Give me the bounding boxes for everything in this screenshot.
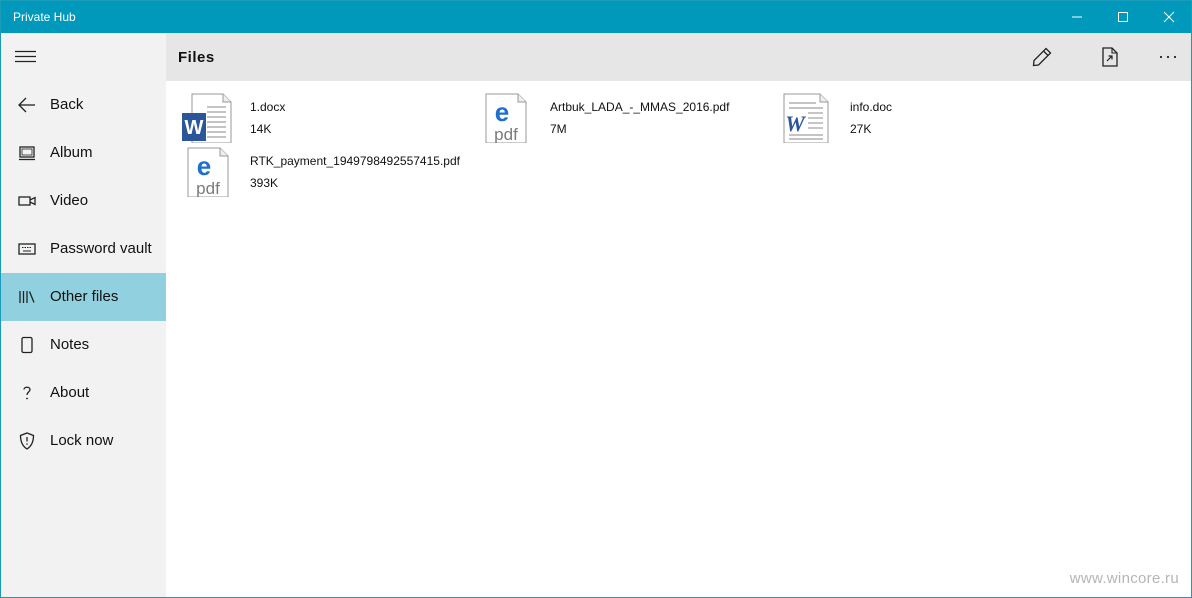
file-item[interactable]: e pdf Artbuk_LADA_-_MMAS_2016.pdf 7M [480,93,770,147]
note-icon [17,335,37,355]
file-size: 393K [250,176,279,190]
window-title: Private Hub [13,10,76,24]
sidebar-item-notes[interactable]: Notes [1,321,166,369]
page-title: Files [178,49,215,66]
sidebar-item-label: Password vault [50,240,152,257]
back-arrow-icon [17,95,37,115]
sidebar-item-back[interactable]: Back [1,81,166,129]
sidebar-item-password-vault[interactable]: Password vault [1,225,166,273]
file-grid: W 1.docx 14K e pdf Artbuk_LADA_-_MMAS_20… [166,81,1191,597]
sidebar-item-label: Other files [50,288,119,305]
command-bar: Files [166,33,1191,81]
sidebar-item-lock-now[interactable]: Lock now [1,417,166,465]
minimize-icon [1072,16,1082,18]
svg-text:W: W [185,117,204,139]
export-button[interactable] [1096,43,1124,71]
export-file-icon [1102,47,1118,67]
sidebar-item-about[interactable]: About [1,369,166,417]
file-name: Artbuk_LADA_-_MMAS_2016.pdf [550,100,730,114]
file-name: info.doc [850,100,893,114]
watermark: www.wincore.ru [1069,570,1179,587]
shield-icon [17,431,37,451]
close-icon [1163,11,1175,23]
word-document-icon: W [780,93,834,144]
sidebar-item-label: Video [50,192,89,209]
file-item[interactable]: e pdf RTK_payment_1949798492557415.pdf 3… [180,147,480,201]
word-document-icon: W [180,93,234,144]
svg-text:pdf: pdf [494,125,518,143]
sidebar-item-label: Album [50,144,93,161]
pdf-document-icon: e pdf [480,93,534,144]
keyboard-icon [17,239,37,259]
sidebar-item-label: Back [50,96,84,113]
hamburger-menu-button[interactable] [15,47,37,67]
maximize-button[interactable] [1100,1,1146,33]
hamburger-icon [15,50,36,63]
video-camera-icon [17,191,37,211]
file-item[interactable]: W info.doc 27K [780,93,1070,147]
file-item[interactable]: W 1.docx 14K [180,93,470,147]
more-options-button[interactable] [1154,43,1182,71]
album-icon [17,143,37,163]
edit-button[interactable] [1028,43,1056,71]
svg-text:e: e [197,151,211,181]
sidebar-item-other-files[interactable]: Other files [1,273,166,321]
edit-pencil-icon [1032,47,1052,67]
file-size: 27K [850,122,872,136]
minimize-button[interactable] [1054,1,1100,33]
sidebar-item-video[interactable]: Video [1,177,166,225]
file-name: RTK_payment_1949798492557415.pdf [250,154,460,168]
svg-text:pdf: pdf [196,179,220,197]
sidebar-item-label: Lock now [50,432,114,449]
sidebar-item-label: Notes [50,336,90,353]
sidebar-item-label: About [50,384,90,401]
question-icon [17,383,37,403]
sidebar: Back Album Video Password vault Other fi [1,33,166,597]
maximize-icon [1118,12,1128,22]
sidebar-item-album[interactable]: Album [1,129,166,177]
file-size: 7M [550,122,567,136]
svg-text:e: e [495,97,509,127]
close-button[interactable] [1146,1,1191,33]
svg-text:W: W [785,111,806,136]
file-name: 1.docx [250,100,286,114]
more-icon [1159,55,1177,59]
pdf-document-icon: e pdf [180,147,234,198]
app-window: Private Hub Back Album Video Password va… [0,0,1192,598]
title-bar[interactable]: Private Hub [1,1,1191,33]
file-size: 14K [250,122,272,136]
library-icon [17,287,37,307]
